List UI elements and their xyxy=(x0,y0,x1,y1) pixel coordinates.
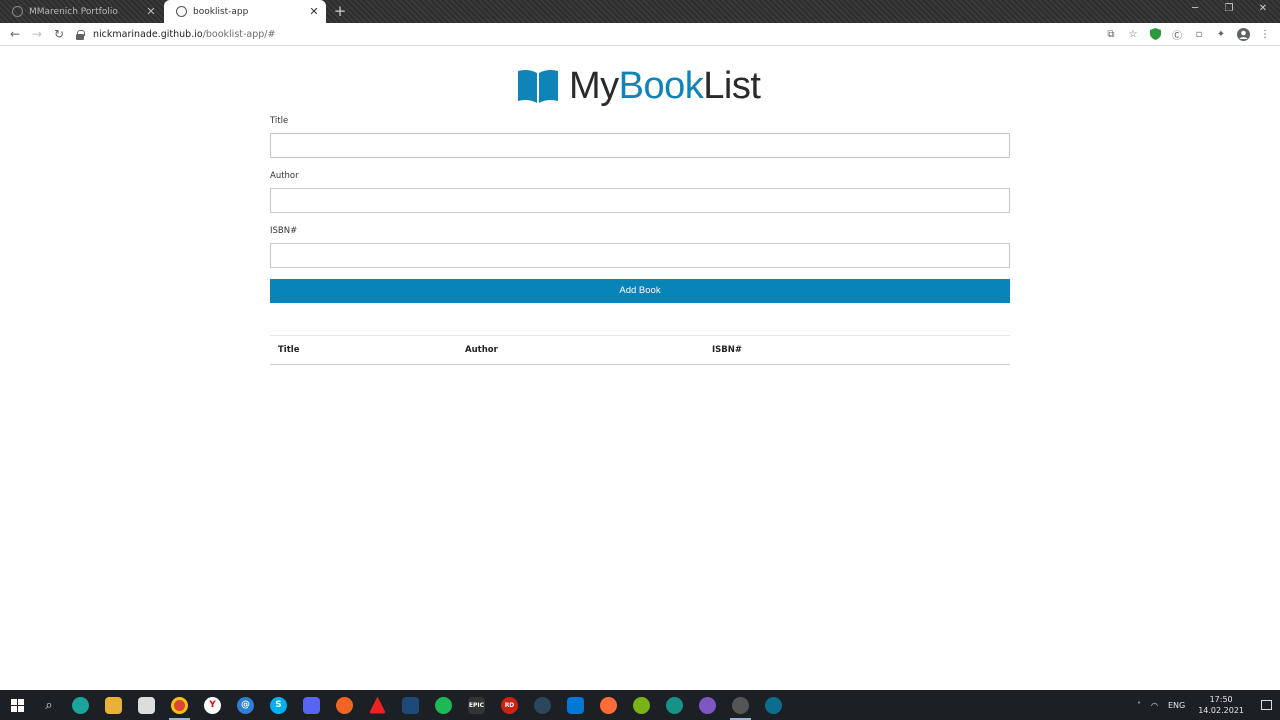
clock-time: 17:50 xyxy=(1209,695,1233,704)
tab-portfolio[interactable]: MMarenich Portfolio ✕ xyxy=(0,0,163,23)
windows-start-icon[interactable] xyxy=(0,690,34,720)
restore-icon[interactable]: ❐ xyxy=(1212,0,1246,20)
add-book-button[interactable]: Add Book xyxy=(270,279,1010,303)
steam-icon[interactable] xyxy=(526,690,559,720)
profile-icon[interactable] xyxy=(1236,27,1250,41)
browser-toolbar: ← → ↻ nickmarinade.github.io/booklist-ap… xyxy=(0,23,1280,46)
translate-icon[interactable]: ⧉ xyxy=(1104,27,1118,41)
brand-part-list: List xyxy=(703,65,761,107)
extension-icon[interactable]: ▫ xyxy=(1192,27,1206,41)
edge-icon[interactable] xyxy=(64,690,97,720)
url-host: nickmarinade.github.io xyxy=(93,29,203,40)
author-input[interactable] xyxy=(270,188,1010,213)
brand-part-my: My xyxy=(569,65,619,107)
globe-icon xyxy=(12,6,23,17)
notification-icon[interactable] xyxy=(1252,690,1280,720)
sourcetree-icon[interactable] xyxy=(361,690,394,720)
browser-tabstrip: MMarenich Portfolio ✕ booklist-app ✕ + ─… xyxy=(0,0,1280,23)
rd-icon[interactable]: RD xyxy=(493,690,526,720)
brand-logo: MyBookList xyxy=(516,62,761,110)
menu-icon[interactable]: ⋮ xyxy=(1258,27,1272,41)
column-header-title: Title xyxy=(270,335,457,365)
shield-extension-icon[interactable] xyxy=(1148,27,1162,41)
spotify-icon[interactable] xyxy=(427,690,460,720)
vscode-icon[interactable] xyxy=(559,690,592,720)
discord-icon[interactable] xyxy=(295,690,328,720)
mountain-icon[interactable] xyxy=(394,690,427,720)
close-icon[interactable]: ✕ xyxy=(306,5,322,18)
book-open-icon xyxy=(518,69,558,103)
title-input[interactable] xyxy=(270,133,1010,158)
table-header-row: Title Author ISBN# xyxy=(270,335,1010,365)
reload-icon[interactable]: ↻ xyxy=(48,23,70,45)
purple-app-icon[interactable] xyxy=(691,690,724,720)
clock-date: 14.02.2021 xyxy=(1198,706,1244,715)
at-icon[interactable]: @ xyxy=(229,690,262,720)
extensions-bar: ⧉ ☆ Ⓒ ▫ ✦ ⋮ xyxy=(1104,27,1272,42)
address-bar[interactable]: nickmarinade.github.io/booklist-app/# xyxy=(75,26,1145,43)
brand-part-book: Book xyxy=(618,65,704,107)
isbn-label: ISBN# xyxy=(270,226,298,236)
app-icon[interactable] xyxy=(757,690,790,720)
language-indicator[interactable]: ENG xyxy=(1163,701,1190,710)
new-tab-button[interactable]: + xyxy=(331,2,349,20)
gitkraken-icon[interactable] xyxy=(658,690,691,720)
green-app-icon[interactable] xyxy=(625,690,658,720)
lock-icon[interactable] xyxy=(75,29,85,40)
window-controls: ─ ❐ ✕ xyxy=(1178,0,1280,20)
system-tray: ˄ ◠ ENG 17:50 14.02.2021 xyxy=(1132,690,1280,720)
brand-title: MyBookList xyxy=(569,65,761,107)
search-icon[interactable]: ⌕ xyxy=(34,690,64,720)
column-header-isbn: ISBN# xyxy=(704,335,1010,365)
postman-icon[interactable] xyxy=(592,690,625,720)
epic-games-icon[interactable]: EPIC xyxy=(460,690,493,720)
clock[interactable]: 17:50 14.02.2021 xyxy=(1190,694,1252,716)
back-icon[interactable]: ← xyxy=(4,23,26,45)
file-explorer-icon[interactable] xyxy=(97,690,130,720)
yandex-icon[interactable]: Y xyxy=(196,690,229,720)
page-viewport: MyBookList Title Author ISBN# Add Book T… xyxy=(0,47,1280,689)
url-path: /booklist-app/# xyxy=(202,29,276,40)
tab-title: MMarenich Portfolio xyxy=(29,6,118,17)
store-icon[interactable] xyxy=(130,690,163,720)
minimize-icon[interactable]: ─ xyxy=(1178,0,1212,20)
github-desktop-icon[interactable] xyxy=(724,690,757,720)
brave-icon[interactable] xyxy=(328,690,361,720)
wifi-icon[interactable]: ◠ xyxy=(1146,701,1163,710)
isbn-input[interactable] xyxy=(270,243,1010,268)
forward-icon[interactable]: → xyxy=(26,23,48,45)
tab-title: booklist-app xyxy=(193,6,249,17)
title-label: Title xyxy=(270,116,289,126)
chevron-up-icon[interactable]: ˄ xyxy=(1132,701,1146,710)
book-table: Title Author ISBN# xyxy=(270,335,1010,365)
tab-booklist[interactable]: booklist-app ✕ xyxy=(164,0,326,23)
close-window-icon[interactable]: ✕ xyxy=(1246,0,1280,20)
skype-icon[interactable]: S xyxy=(262,690,295,720)
globe-icon xyxy=(176,6,187,17)
author-label: Author xyxy=(270,171,299,181)
chrome-icon[interactable] xyxy=(163,690,196,720)
column-header-author: Author xyxy=(457,335,704,365)
bookmark-star-icon[interactable]: ☆ xyxy=(1126,27,1140,41)
taskbar: ⌕ Y @ S EPIC RD ˄ ◠ ENG 17:50 14.02.2021 xyxy=(0,690,1280,720)
close-icon[interactable]: ✕ xyxy=(143,5,159,18)
puzzle-icon[interactable]: ✦ xyxy=(1214,27,1228,41)
extension-icon[interactable]: Ⓒ xyxy=(1170,27,1184,42)
